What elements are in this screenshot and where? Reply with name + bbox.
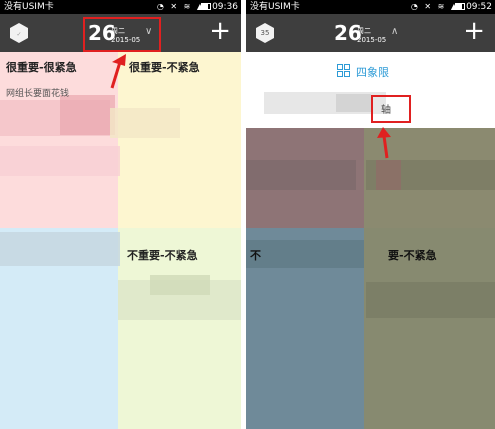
annotation-arrow-icon <box>110 54 126 89</box>
left-screenshot: 没有USIM卡 ◔ ✕ ≋ ▲ 09:36 ✓ 26 周二 2015-05 ∨ … <box>0 0 241 429</box>
right-screenshot: 没有USIM卡 ◔ ✕ ≋ ▲ 09:52 35 26 周二 2015-05 ∧… <box>246 0 495 429</box>
annotation-arrow-icon <box>377 127 391 159</box>
